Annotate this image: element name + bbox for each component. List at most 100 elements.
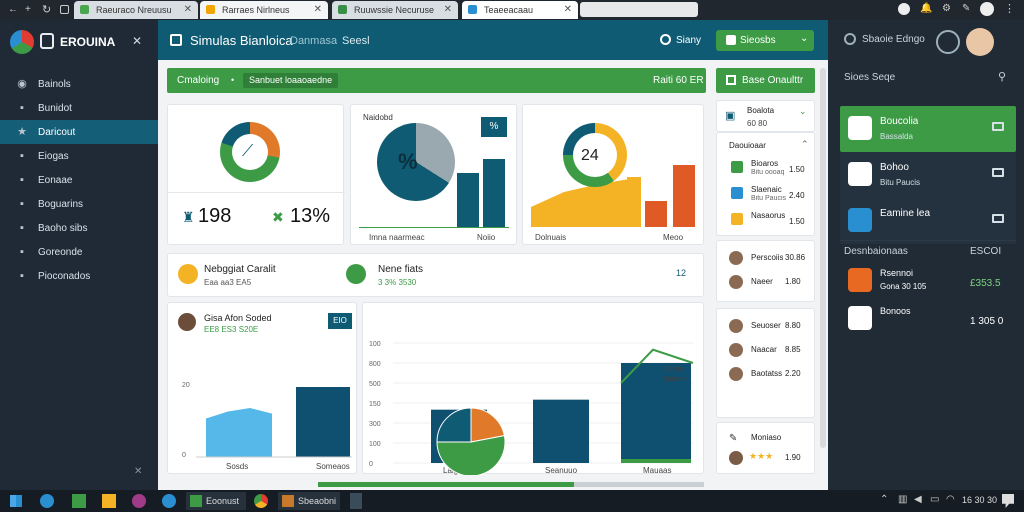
taskbar-app-1[interactable]: Eoonust: [186, 492, 246, 510]
sidebar-item-5[interactable]: ▪ Boguarins: [0, 192, 158, 216]
network-icon[interactable]: ▥: [898, 494, 907, 505]
profile-icon[interactable]: [898, 3, 910, 15]
sidebar-item-1[interactable]: ▪ Bunidot: [0, 96, 158, 120]
y-tick-label: 150: [369, 401, 381, 408]
start-icon[interactable]: [10, 495, 22, 507]
folder-icon[interactable]: [102, 494, 116, 508]
window-icon[interactable]: [60, 5, 69, 14]
sidebar-item-0[interactable]: ◉ Bainols: [0, 72, 158, 96]
sidebar-item-8[interactable]: ▪ Pioconados: [0, 264, 158, 288]
kpi-card-donut[interactable]: ⟋ ♜ 198 ✖ 13%: [167, 104, 345, 245]
bar-area-chart-card[interactable]: Gisa Afon Soded EE8 ES3 S20E EIO Sosds So…: [167, 302, 357, 474]
sidebar-item-3[interactable]: ▪ Eiogas: [0, 144, 158, 168]
window-icon[interactable]: [992, 168, 1004, 177]
browser-tab-3[interactable]: Ruuwssie Necuruse ✕: [332, 1, 458, 19]
new-tab-icon[interactable]: +: [25, 4, 31, 15]
collapse-sidebar-icon[interactable]: ✕: [134, 466, 142, 477]
right-card-2[interactable]: Eamine lea: [840, 198, 1016, 244]
right-section-value: ESCOI: [970, 246, 1002, 257]
clock[interactable]: 16 30 30: [962, 495, 997, 505]
right-card-sub: Bitu Paucis: [880, 178, 921, 187]
settings-icon[interactable]: ⚙: [942, 3, 951, 14]
sidebar-item-2[interactable]: ★ Daricout: [0, 120, 158, 144]
right-row-1[interactable]: Bonoos 1 305 0: [840, 302, 1016, 336]
chevron-down-icon[interactable]: ⌄: [799, 106, 807, 117]
browser-tab-2[interactable]: Rarraes Nirlneus ✕: [200, 1, 328, 19]
scrollbar[interactable]: [820, 68, 826, 448]
close-icon[interactable]: ✕: [444, 4, 452, 15]
bell-icon[interactable]: 🔔: [920, 3, 932, 14]
app-icon[interactable]: [350, 493, 362, 509]
address-bar[interactable]: [580, 2, 698, 17]
side-panel-group-2[interactable]: Perscoiis 30.86 Naeer 1.80: [716, 240, 815, 302]
window-icon[interactable]: [992, 214, 1004, 223]
help-icon[interactable]: [660, 34, 671, 45]
settings-icon[interactable]: [844, 33, 856, 45]
help-label[interactable]: Siany: [676, 35, 701, 46]
legend-entry: Sunssei: [663, 376, 688, 383]
banner-right: Raiti 60 ER: [653, 75, 704, 86]
app-icon[interactable]: [72, 494, 86, 508]
right-card-sub: Bassalda: [880, 132, 913, 141]
chrome-icon[interactable]: [254, 494, 268, 508]
card-icon: [848, 162, 872, 186]
app-icon[interactable]: [132, 494, 146, 508]
browser-icon[interactable]: [40, 494, 54, 508]
mixed-chart-card[interactable]: 100 800 500 150 300 100 0 Lalg Seanuuo Mauaas Gels…: [362, 302, 704, 475]
close-icon[interactable]: ✕: [184, 4, 192, 15]
menu-icon[interactable]: [936, 30, 960, 54]
avatar: [729, 251, 743, 265]
sidebar-item-4[interactable]: ▪ Eonaae: [0, 168, 158, 192]
header-action-button[interactable]: Sieosbs ⌄: [716, 30, 814, 51]
alert-icon: [178, 264, 198, 284]
chevron-up-icon[interactable]: ⌃: [801, 139, 809, 150]
side-panel-group-4[interactable]: ✎ Moniaso ★★★ 1.90: [716, 422, 815, 474]
edge-icon[interactable]: [162, 494, 176, 508]
avatar: [729, 343, 743, 357]
tab-label: Raeuraco Nreuusu: [96, 5, 172, 15]
close-icon[interactable]: ✕: [314, 4, 322, 15]
kpi-card-area[interactable]: 24 Dolnuais Meoo: [522, 104, 704, 245]
person-icon[interactable]: ⚲: [998, 70, 1006, 83]
side-banner-label: Base Onaulttr: [742, 75, 804, 86]
notification-icon[interactable]: [1002, 494, 1014, 508]
back-icon[interactable]: ←: [8, 4, 18, 15]
side-panel-group-3[interactable]: Seuoser 8.80 Naacar 8.85 Baotatss 2.20: [716, 308, 815, 418]
close-icon[interactable]: ✕: [564, 4, 572, 15]
reload-icon[interactable]: ↻: [42, 3, 51, 16]
side-panel-list[interactable]: Daouioaar ⌃ Bioaros Bitu oooaq 1.50 Slaenai…: [716, 132, 815, 236]
sidebar-item-7[interactable]: ▪ Goreonde: [0, 240, 158, 264]
browser-tab-1[interactable]: Raeuraco Nreuusu ✕: [74, 1, 198, 19]
window-icon[interactable]: [992, 122, 1004, 131]
progress-bar-fill: [318, 482, 574, 487]
sidebar: EROUINA ✕ ◉ Bainols ▪ Bunidot ★ Daricout ▪ Eiog…: [0, 20, 158, 490]
bar-mark: [533, 399, 589, 463]
side-banner-button[interactable]: Base Onaulttr: [716, 68, 815, 93]
section-badge[interactable]: 12: [676, 268, 686, 278]
avatar[interactable]: [980, 2, 994, 16]
sidebar-item-6[interactable]: ▪ Baoho sibs: [0, 216, 158, 240]
right-card-1[interactable]: Bohoo Bitu Paucis: [840, 152, 1016, 198]
extension-icon[interactable]: ✎: [962, 3, 970, 14]
battery-icon[interactable]: ▭: [930, 494, 939, 505]
banner-chip[interactable]: Sanbuet loaaoaedne: [243, 73, 339, 88]
search-link[interactable]: Seesl: [342, 35, 370, 47]
wifi-icon[interactable]: ◠: [946, 494, 955, 505]
side-panel-top[interactable]: ▣ Boalota 60 80 ⌄: [716, 100, 815, 132]
chevron-up-icon[interactable]: ⌃: [880, 494, 888, 505]
kpi-card-pie-bars[interactable]: Naidobd % % Imna naarmeac Noiio: [350, 104, 517, 245]
browser-tab-4[interactable]: Teaeeacaau ✕: [462, 1, 578, 19]
section-left-title: Nebggiat Caralit: [204, 264, 276, 275]
right-card-0[interactable]: Boucolia Bassalda: [840, 106, 1016, 152]
collapse-icon[interactable]: ✕: [132, 34, 142, 48]
sidebar-item-label: Eonaae: [38, 175, 73, 186]
right-row-0[interactable]: Rsennoi Gona 30 105 £353.5: [840, 264, 1016, 298]
avatar[interactable]: [966, 28, 994, 56]
y-tick-label: 100: [369, 341, 381, 348]
menu-icon[interactable]: ⋮: [1004, 2, 1015, 15]
taskbar-app-2[interactable]: Sbeaobni: [278, 492, 340, 510]
side-top-label: Boalota: [747, 106, 775, 115]
right-row-sub: Gona 30 105: [880, 282, 927, 291]
volume-icon[interactable]: ◀: [914, 494, 922, 505]
group-icon: ▪: [20, 246, 24, 258]
